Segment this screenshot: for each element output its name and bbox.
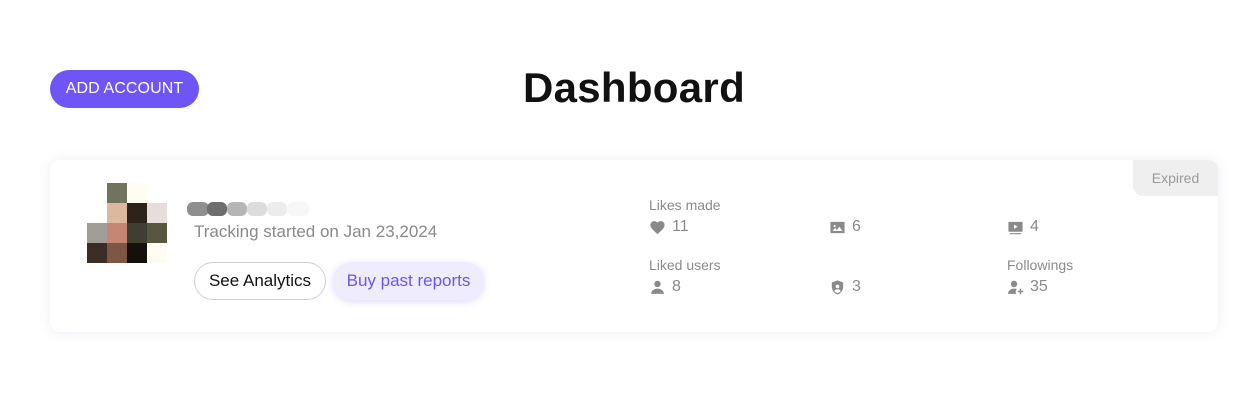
user-plus-icon (1008, 280, 1024, 294)
videos-value: 4 (1030, 218, 1039, 235)
status-badge: Expired (1133, 160, 1218, 196)
likes-made-label: Likes made (649, 197, 721, 213)
video-icon (1008, 221, 1023, 234)
tracking-started-text: Tracking started on Jan 23,2024 (194, 222, 438, 241)
likes-made-stat: 11 (649, 218, 689, 236)
liked-users-stat: 8 (649, 278, 681, 296)
likes-made-value: 11 (672, 218, 689, 235)
dashboard-page: ADD ACCOUNT Dashboard Expired Tracking s… (0, 0, 1255, 406)
followings-stat: 35 (1007, 278, 1048, 296)
shield-value: 3 (852, 278, 861, 295)
buy-past-reports-button[interactable]: Buy past reports (333, 262, 484, 300)
user-icon (651, 280, 664, 294)
avatar (87, 183, 167, 263)
liked-users-value: 8 (672, 278, 681, 295)
photos-stat: 6 (829, 218, 861, 236)
page-title: Dashboard (522, 64, 746, 111)
videos-stat: 4 (1007, 218, 1039, 236)
shield-stat: 3 (829, 278, 861, 296)
followings-label: Followings (1007, 257, 1074, 273)
see-analytics-button[interactable]: See Analytics (194, 262, 326, 300)
followings-value: 35 (1030, 278, 1048, 295)
photos-value: 6 (852, 218, 861, 235)
photo-icon (830, 221, 845, 233)
liked-users-label: Liked users (649, 257, 721, 273)
account-card: Expired Tracking started on Jan 23,2024 … (50, 160, 1218, 332)
heart-icon (650, 220, 665, 234)
username-redacted (187, 202, 312, 216)
shield-user-icon (831, 279, 844, 295)
